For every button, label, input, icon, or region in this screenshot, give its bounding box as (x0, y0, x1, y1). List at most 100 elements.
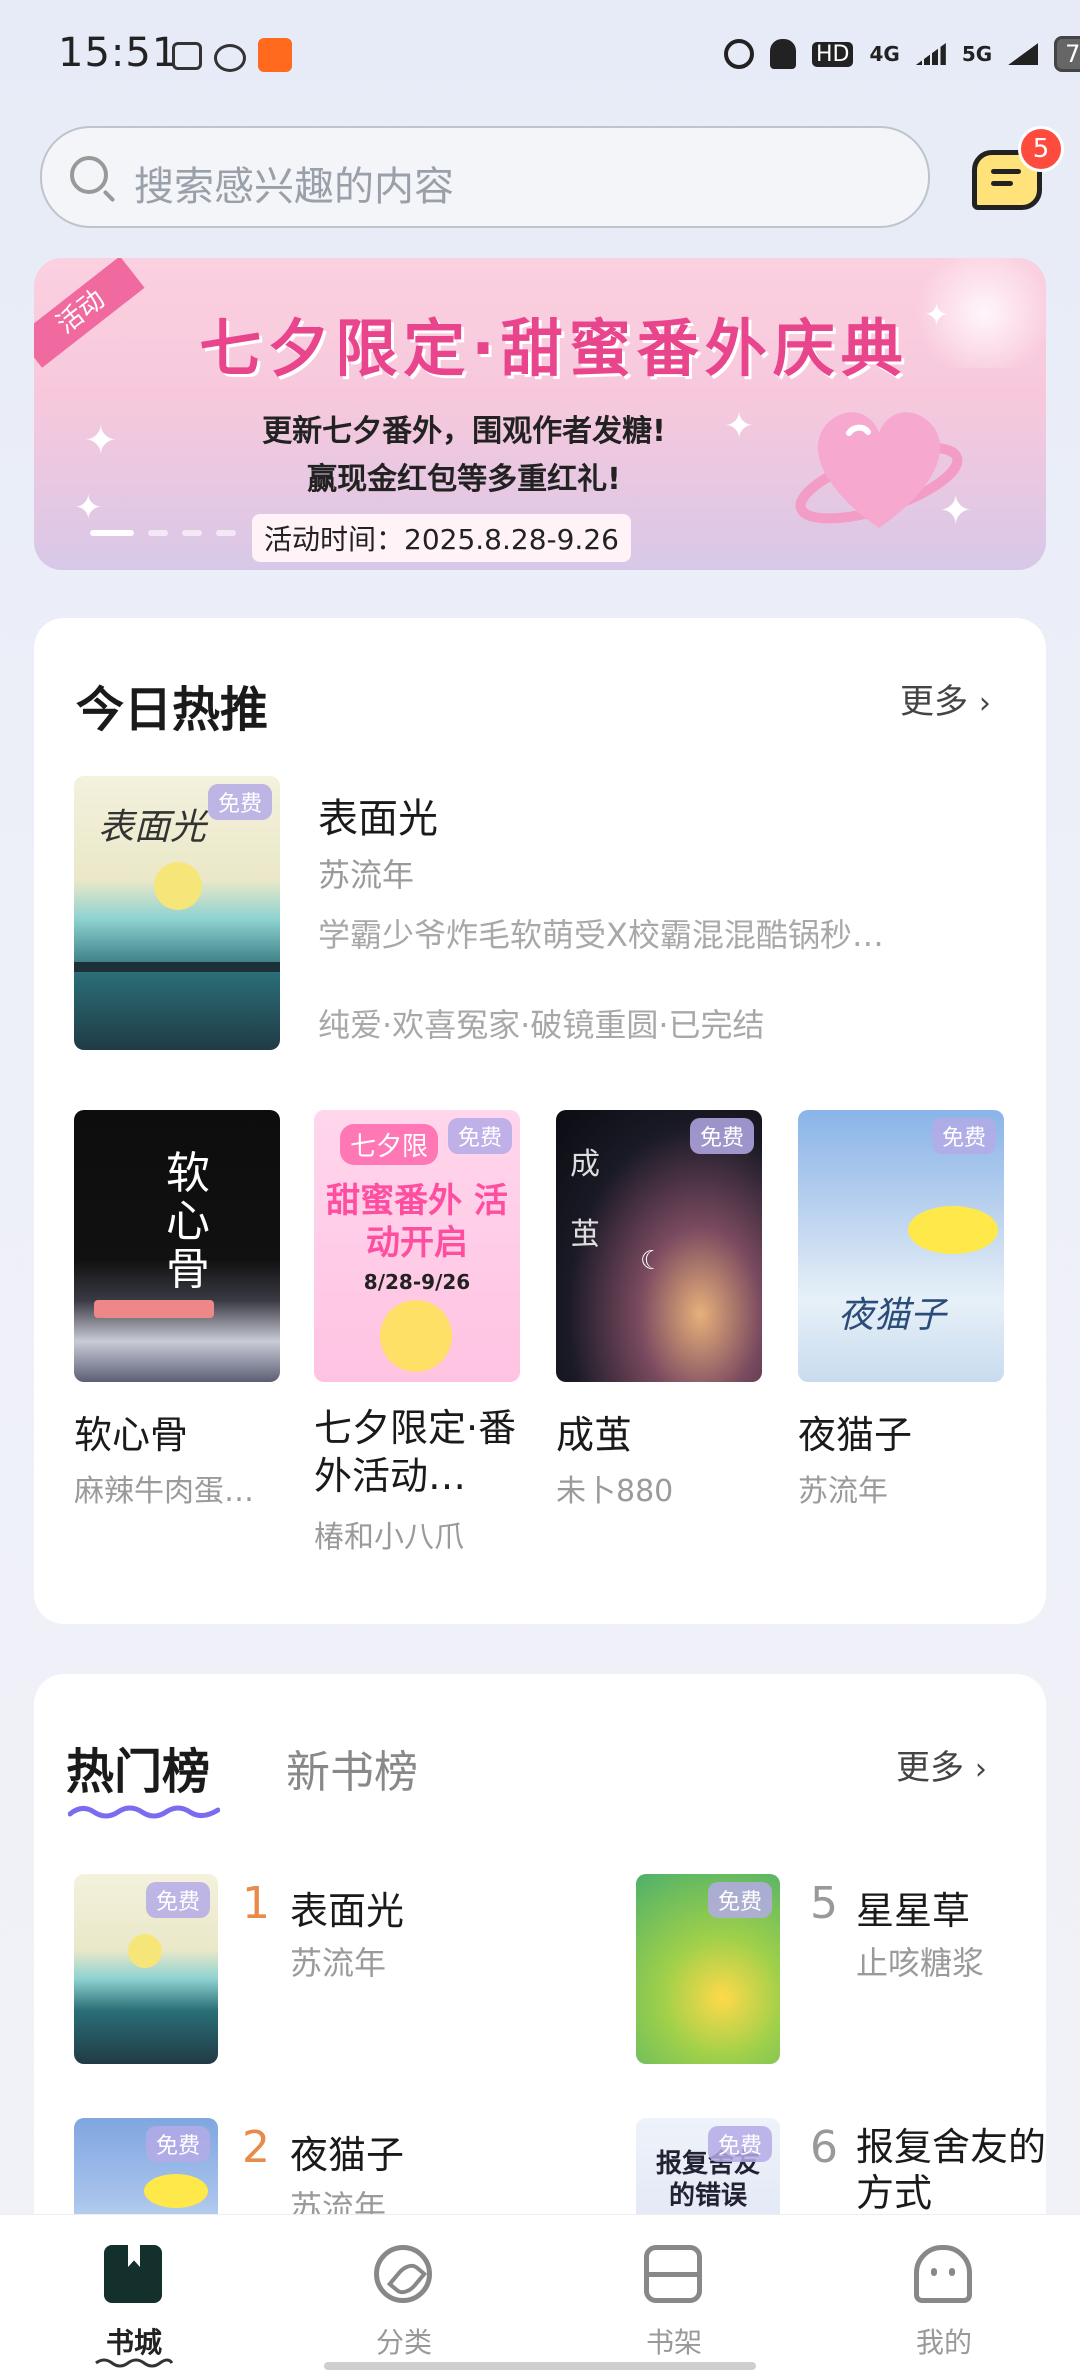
ghost-eye (949, 2268, 955, 2276)
cover-date: 8/28-9/26 (363, 1270, 471, 1294)
signal-4g: 4G (869, 42, 900, 66)
lamp-glow (144, 2174, 208, 2208)
more-link[interactable]: 更多 › (896, 1740, 987, 1789)
search-icon (70, 156, 108, 194)
shelf-icon (644, 2245, 702, 2303)
banner-line-1: 更新七夕番外，围观作者发糖! (262, 414, 666, 449)
signal-5g: 5G (961, 42, 993, 66)
ghost-eye (931, 2268, 937, 2276)
rankings-card: 热门榜 新书榜 更多 › 免费 1 表面光 苏流年 免费 5 星星草 止咳糖浆 … (34, 1674, 1046, 2274)
nav-label: 分类 (375, 2326, 432, 2359)
nav-label: 我的 (915, 2326, 972, 2359)
featured-book-cover[interactable]: 表面光 免费 (74, 776, 280, 1050)
featured-book-title[interactable]: 表面光 (318, 786, 438, 844)
rank-book-author: 止咳糖浆 (856, 1944, 985, 1982)
hd-label: HD (812, 41, 854, 67)
sparkle-icon: ✦ (924, 298, 950, 333)
banner-title: 七夕限定·甜蜜番外庆典 (199, 312, 909, 385)
free-badge: 免费 (707, 1882, 772, 1918)
sparkle-icon: ✦ (84, 418, 118, 464)
house-shape (94, 1300, 214, 1318)
ghost-icon (914, 2245, 972, 2303)
book-author: 椿和小八爪 (314, 1520, 464, 1555)
nav-item-bookstore[interactable]: 书城 (34, 2215, 234, 2377)
tab-new[interactable]: 新书榜 (286, 1736, 418, 1800)
more-label: 更多 (896, 1748, 964, 1788)
message-badge: 5 (1018, 126, 1064, 172)
rank-book-cover[interactable]: 免费 (636, 1874, 780, 2064)
book-cover[interactable]: 夜猫子 免费 (798, 1110, 1004, 1382)
status-time: 15:51 (58, 30, 179, 76)
signal-bars-icon (915, 43, 946, 65)
free-badge: 免费 (447, 1118, 512, 1154)
weibo-icon (214, 44, 246, 72)
book-cover[interactable]: 七夕限 甜蜜番外 活动开启 8/28-9/26 免费 (314, 1110, 520, 1382)
rank-book-title[interactable]: 夜猫子 (290, 2124, 404, 2179)
sparkle-icon: ✦ (939, 488, 973, 534)
chevron-right-icon: › (978, 686, 991, 721)
taobao-icon (258, 38, 292, 72)
nav-item-category[interactable]: 分类 (304, 2215, 504, 2377)
featured-book-author: 苏流年 (318, 856, 415, 894)
mute-icon (770, 39, 796, 69)
pagination-dot (90, 530, 134, 536)
free-badge: 免费 (707, 2126, 772, 2162)
rank-number: 6 (810, 2122, 838, 2173)
book-title[interactable]: 七夕限定·番外活动… (314, 1404, 526, 1500)
free-badge: 免费 (931, 1118, 996, 1154)
featured-book-tags: 纯爱·欢喜冤家·破镜重圆·已完结 (318, 1006, 765, 1044)
rank-book-cover[interactable]: 免费 (74, 1874, 218, 2064)
home-indicator[interactable] (324, 2362, 756, 2370)
status-right-group: HD 4G 5G 78 (724, 36, 1080, 72)
cover-title: 甜蜜番外 活动开启 (326, 1181, 508, 1263)
banner-time: 活动时间：2025.8.28-9.26 (252, 514, 631, 562)
search-placeholder: 搜索感兴趣的内容 (134, 164, 454, 210)
sparkle-icon: ✦ (724, 406, 755, 447)
tab-hot-label: 热门榜 (66, 1744, 211, 1800)
promo-banner[interactable]: 活动 七夕限定·甜蜜番外庆典 更新七夕番外，围观作者发糖! 赢现金红包等多重红礼… (34, 258, 1046, 570)
rank-number: 2 (242, 2122, 270, 2173)
compass-needle (386, 2258, 428, 2300)
book-author: 未卜880 (556, 1474, 674, 1509)
rank-book-title[interactable]: 表面光 (290, 1880, 404, 1935)
rank-book-title[interactable]: 报复舍友的方式 (856, 2124, 1046, 2216)
pagination-dot (182, 530, 202, 536)
free-badge: 免费 (145, 1882, 210, 1918)
more-label: 更多 (900, 682, 968, 722)
cover-title: 成茧 (570, 1147, 600, 1252)
search-input[interactable]: 搜索感兴趣的内容 (40, 126, 930, 228)
tab-hot[interactable]: 热门榜 (66, 1732, 210, 1802)
book-title[interactable]: 成茧 (556, 1404, 762, 1459)
rank-book-author: 苏流年 (290, 1944, 387, 1982)
book-cover[interactable]: 成茧 ☾ 免费 (556, 1110, 762, 1382)
tab-new-label: 新书榜 (286, 1747, 418, 1798)
octopus-icon (380, 1300, 452, 1372)
hot-today-card: 今日热推 更多 › 表面光 免费 表面光 苏流年 学霸少爷炸毛软萌受X校霸混混酷… (34, 618, 1046, 1624)
nav-label: 书架 (645, 2326, 702, 2359)
nav-item-profile[interactable]: 我的 (844, 2215, 1044, 2377)
book-cover[interactable]: 软心骨 (74, 1110, 280, 1382)
nav-item-bookshelf[interactable]: 书架 (574, 2215, 774, 2377)
book-author: 苏流年 (798, 1474, 888, 1509)
app-notification-icon (172, 42, 202, 70)
shelf-line (649, 2272, 697, 2277)
cover-title: 软心骨 (166, 1148, 210, 1295)
sun-icon (128, 1934, 162, 1968)
compass-icon (374, 2245, 432, 2303)
book-title[interactable]: 软心骨 (74, 1404, 280, 1459)
rank-book-title[interactable]: 星星草 (856, 1880, 970, 1935)
sun-icon (154, 862, 202, 910)
cover-title: 夜猫子 (838, 1295, 947, 1336)
sparkle-icon: ✦ (74, 488, 103, 528)
more-link[interactable]: 更多 › (900, 674, 991, 723)
banner-line-2: 赢现金红包等多重红礼! (307, 462, 621, 497)
pagination-dot (148, 530, 168, 536)
bottom-nav: 书城 分类 书架 我的 (0, 2214, 1080, 2377)
free-badge: 免费 (145, 2126, 210, 2162)
rank-number: 5 (810, 1878, 838, 1929)
rank-number: 1 (242, 1878, 270, 1929)
book-title[interactable]: 夜猫子 (798, 1404, 1004, 1459)
cover-title: 表面光 (98, 807, 207, 848)
featured-book-desc: 学霸少爷炸毛软萌受X校霸混混酷锅秒… (318, 916, 884, 954)
bookmark-shape (128, 2245, 140, 2267)
